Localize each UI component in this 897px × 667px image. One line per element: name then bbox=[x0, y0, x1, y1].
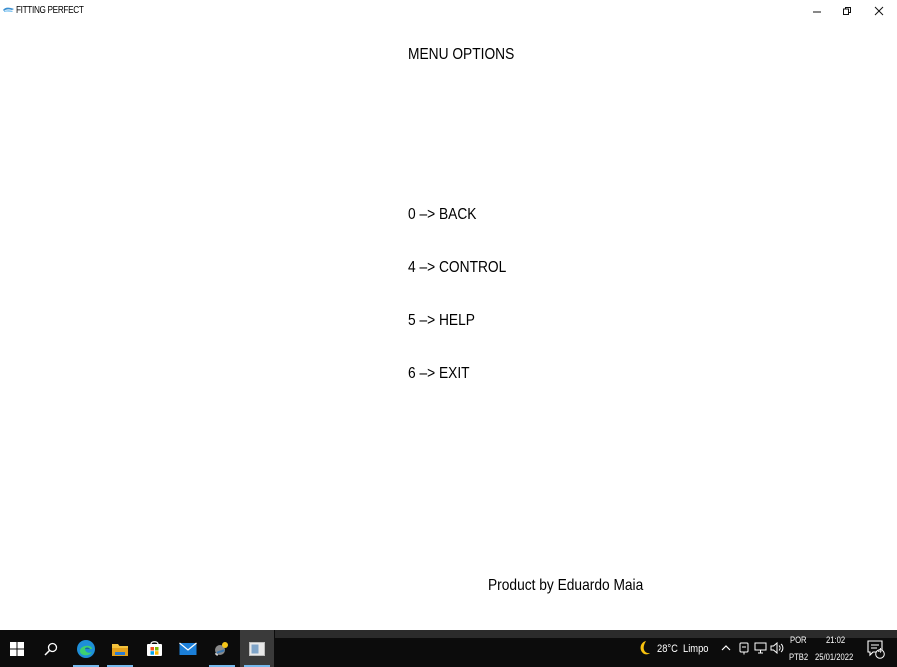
minimize-icon bbox=[813, 11, 821, 13]
active-window-button[interactable] bbox=[240, 630, 274, 667]
file-explorer-button[interactable] bbox=[103, 630, 137, 667]
microsoft-store-icon bbox=[146, 641, 162, 656]
monitor-icon bbox=[754, 642, 766, 654]
clock-time[interactable]: 21:02 bbox=[826, 635, 845, 645]
notification-count: 4 bbox=[878, 648, 882, 655]
search-icon bbox=[44, 642, 58, 656]
window-title: FITTING PERFECT bbox=[16, 5, 84, 16]
weather-condition[interactable]: Limpo bbox=[683, 643, 708, 655]
network-button[interactable] bbox=[737, 641, 751, 655]
menu-option-control[interactable]: 4 –> CONTROL bbox=[408, 259, 506, 277]
close-icon bbox=[874, 6, 884, 16]
speaker-icon bbox=[770, 642, 783, 654]
edge-browser-button[interactable] bbox=[69, 630, 103, 667]
menu-option-exit[interactable]: 6 –> EXIT bbox=[408, 365, 470, 383]
close-button[interactable] bbox=[864, 0, 894, 22]
search-button[interactable] bbox=[34, 630, 68, 667]
python-app-icon bbox=[214, 641, 228, 656]
app-logo-icon bbox=[3, 7, 14, 12]
minimize-button[interactable] bbox=[802, 0, 832, 22]
mail-icon bbox=[179, 642, 197, 655]
show-hidden-icons-button[interactable] bbox=[719, 641, 733, 655]
title-bar: FITTING PERFECT bbox=[0, 0, 897, 22]
start-button[interactable] bbox=[0, 630, 34, 667]
moon-icon bbox=[640, 641, 650, 655]
weather-temperature[interactable]: 28°C bbox=[657, 643, 678, 655]
clock-date[interactable]: 25/01/2022 bbox=[815, 652, 853, 662]
menu-title: MENU OPTIONS bbox=[408, 46, 515, 63]
weather-widget[interactable] bbox=[634, 639, 652, 657]
notifications-button[interactable]: 4 bbox=[866, 638, 886, 660]
active-window-icon bbox=[249, 641, 265, 656]
footer-credit: Product by Eduardo Maia bbox=[488, 577, 644, 594]
chevron-up-icon bbox=[721, 645, 731, 651]
display-button[interactable] bbox=[753, 641, 767, 655]
microsoft-store-button[interactable] bbox=[137, 630, 171, 667]
language-code[interactable]: POR bbox=[790, 635, 807, 645]
keyboard-layout[interactable]: PTB2 bbox=[789, 652, 808, 662]
menu-option-help[interactable]: 5 –> HELP bbox=[408, 312, 475, 330]
restore-icon bbox=[843, 7, 851, 15]
file-explorer-icon bbox=[112, 643, 128, 656]
network-icon bbox=[739, 642, 749, 654]
edge-browser-icon bbox=[77, 639, 95, 658]
python-app-button[interactable] bbox=[205, 630, 239, 667]
volume-button[interactable] bbox=[769, 641, 785, 655]
windows-start-icon bbox=[10, 641, 24, 656]
menu-option-back[interactable]: 0 –> BACK bbox=[408, 206, 476, 224]
restore-button[interactable] bbox=[832, 0, 862, 22]
mail-button[interactable] bbox=[171, 630, 205, 667]
